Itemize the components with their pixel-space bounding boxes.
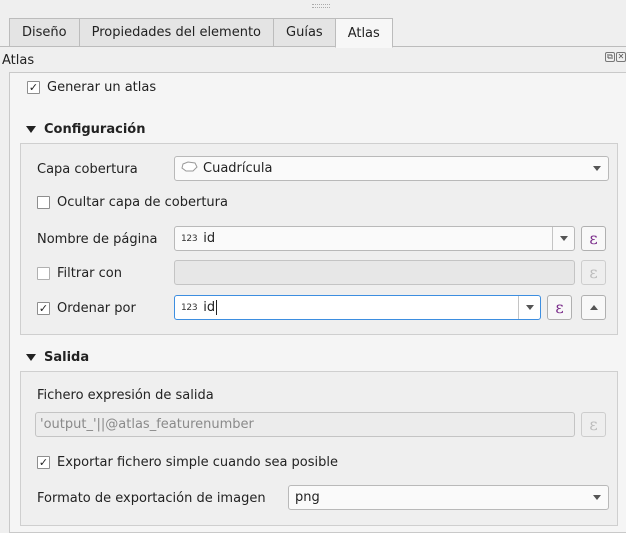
dock-grip[interactable] — [312, 4, 330, 8]
generate-atlas-label: Generar un atlas — [47, 80, 157, 95]
config-group-header[interactable]: Configuración — [10, 115, 626, 143]
check-icon[interactable]: ✓ — [37, 456, 50, 469]
sort-field-combo[interactable]: 123 id — [174, 295, 541, 320]
config-title: Configuración — [44, 121, 146, 137]
filter-label: Filtrar con — [57, 266, 122, 281]
sort-expression-button[interactable]: ε — [547, 295, 572, 320]
single-file-label: Exportar fichero simple cuando sea posib… — [57, 455, 339, 470]
tab-atlas[interactable]: Atlas — [334, 18, 393, 48]
output-groupbox: Fichero expresión de salida 'output_'||@… — [20, 371, 618, 526]
sort-checkbox[interactable]: ✓ Ordenar por — [37, 301, 136, 316]
chevron-down-icon[interactable] — [552, 227, 574, 250]
page-name-combo[interactable]: 123 id — [174, 226, 575, 251]
output-expression-label: Fichero expresión de salida — [37, 388, 214, 403]
output-title: Salida — [44, 349, 90, 365]
tab-propiedades[interactable]: Propiedades del elemento — [78, 18, 274, 47]
dock-header: Atlas ⧉ ✕ — [0, 50, 626, 70]
check-icon[interactable]: ✓ — [27, 81, 40, 94]
coverage-value: Cuadrícula — [203, 161, 273, 176]
chevron-up-icon — [589, 305, 598, 310]
float-dock-icon[interactable]: ⧉ — [605, 52, 615, 62]
hide-coverage-checkbox[interactable]: Ocultar capa de cobertura — [37, 195, 228, 210]
single-file-checkbox[interactable]: ✓ Exportar fichero simple cuando sea pos… — [37, 455, 338, 470]
image-format-combo[interactable]: png — [288, 485, 609, 510]
checkbox-box[interactable] — [37, 267, 50, 280]
sort-label: Ordenar por — [57, 301, 136, 316]
generate-atlas-checkbox[interactable]: ✓ Generar un atlas — [27, 80, 156, 95]
tab-guias[interactable]: Guías — [273, 18, 335, 47]
collapse-triangle-icon[interactable] — [26, 353, 36, 361]
filter-checkbox[interactable]: Filtrar con — [37, 266, 122, 281]
chevron-down-icon[interactable] — [586, 157, 608, 180]
polygon-layer-icon — [181, 160, 199, 177]
output-expression-button[interactable]: ε — [581, 412, 606, 437]
hide-coverage-label: Ocultar capa de cobertura — [57, 195, 228, 210]
tab-divider — [0, 46, 626, 47]
tab-bar: Diseño Propiedades del elemento Guías At… — [9, 18, 626, 48]
coverage-label: Capa cobertura — [37, 162, 138, 177]
config-groupbox: Capa cobertura Cuadrícula Ocultar capa d… — [20, 143, 618, 335]
dock-title: Atlas — [2, 52, 35, 68]
tab-diseno[interactable]: Diseño — [9, 18, 79, 47]
output-group-header[interactable]: Salida — [10, 343, 626, 371]
page-name-value: id — [203, 231, 216, 246]
check-icon[interactable]: ✓ — [37, 302, 50, 315]
image-format-label: Formato de exportación de imagen — [37, 491, 266, 506]
collapse-triangle-icon[interactable] — [26, 125, 36, 133]
dock-controls: ⧉ ✕ — [605, 52, 626, 62]
chevron-down-icon[interactable] — [586, 486, 608, 509]
close-dock-icon[interactable]: ✕ — [616, 52, 626, 62]
text-cursor — [216, 300, 218, 315]
image-format-value: png — [295, 490, 320, 505]
output-expression-input[interactable]: 'output_'||@atlas_featurenumber — [35, 412, 575, 437]
sort-value: id — [203, 300, 216, 315]
numeric-field-icon: 123 — [181, 302, 198, 313]
page-name-label: Nombre de página — [37, 232, 158, 247]
coverage-layer-combo[interactable]: Cuadrícula — [174, 156, 609, 181]
filter-expression-button: ε — [581, 260, 606, 285]
atlas-panel: ✓ Generar un atlas Configuración Capa co… — [9, 72, 626, 533]
filter-expression-input — [174, 260, 575, 285]
sort-ascending-button[interactable] — [581, 295, 606, 320]
checkbox-box[interactable] — [37, 196, 50, 209]
page-name-expression-button[interactable]: ε — [581, 226, 606, 251]
numeric-field-icon: 123 — [181, 233, 198, 244]
chevron-down-icon[interactable] — [518, 296, 540, 319]
